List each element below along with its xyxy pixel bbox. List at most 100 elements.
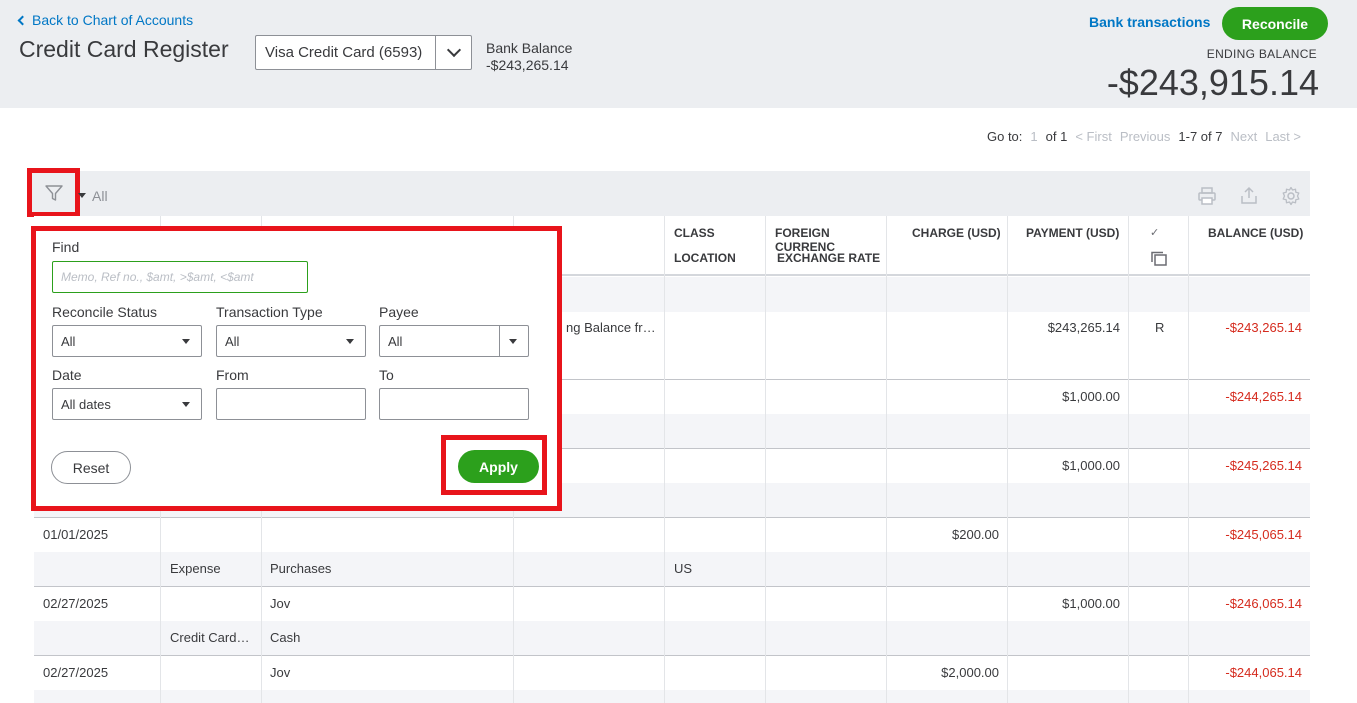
payment-cell: $1,000.00: [1062, 389, 1120, 404]
register-header: Back to Chart of Accounts Credit Card Re…: [0, 0, 1357, 108]
row-divider: [34, 517, 1310, 518]
copy-icon-svg: [1151, 251, 1167, 266]
reconcile-status-label: Reconcile Status: [52, 304, 158, 320]
chevron-down-icon: [446, 42, 461, 58]
copy-icon[interactable]: [1150, 251, 1168, 270]
check-column-label: ✓: [1150, 227, 1160, 239]
account-select-value: Visa Credit Card (6593): [265, 44, 423, 61]
payment-cell: $1,000.00: [1062, 596, 1120, 611]
filter-button[interactable]: [27, 168, 80, 217]
reset-button[interactable]: Reset: [51, 451, 131, 484]
from-date-input[interactable]: [216, 388, 366, 420]
caret-down-icon: [182, 402, 190, 407]
apply-button[interactable]: Apply: [458, 450, 539, 483]
column-divider: [1007, 216, 1008, 703]
payment-cell: $1,000.00: [1062, 458, 1120, 473]
account-cell: Purchases: [270, 561, 332, 576]
next-page-link[interactable]: Next: [1230, 129, 1257, 144]
transaction-type-label: Transaction Type: [216, 304, 323, 320]
page-title: Credit Card Register: [19, 36, 229, 62]
class-location-header[interactable]: CLASS LOCATION: [674, 216, 764, 276]
memo-cell: ng Balance fr…: [566, 320, 656, 335]
ending-balance-value: -$243,915.14: [1106, 62, 1319, 103]
date-cell: 02/27/2025: [43, 665, 109, 680]
exchange-rate-column-label: EXCHANGE RATE: [777, 251, 881, 265]
bank-balance: Bank Balance -$243,265.14: [486, 40, 572, 74]
reconcile-status-header[interactable]: ✓: [1150, 216, 1170, 276]
balance-header[interactable]: BALANCE (USD): [1208, 216, 1308, 276]
payment-header[interactable]: PAYMENT (USD): [1026, 216, 1126, 276]
account-cell: Cash: [270, 630, 301, 645]
chevron-left-icon: [17, 15, 28, 25]
gear-icon[interactable]: [1281, 186, 1301, 206]
to-label: To: [379, 367, 394, 383]
print-icon[interactable]: [1197, 186, 1217, 206]
date-label: Date: [52, 367, 82, 383]
balance-column-label: BALANCE (USD): [1208, 226, 1304, 240]
table-row[interactable]: [34, 690, 1310, 703]
location-column-label: LOCATION: [674, 251, 736, 265]
reconcile-status-select[interactable]: All: [52, 325, 202, 357]
bank-balance-label: Bank Balance: [486, 40, 573, 56]
charge-cell: $200.00: [952, 527, 999, 542]
page-count: of 1: [1045, 129, 1068, 144]
row-divider: [34, 655, 1310, 656]
filter-caret-icon[interactable]: [78, 193, 86, 198]
export-icon[interactable]: [1239, 186, 1259, 206]
previous-page-link[interactable]: Previous: [1120, 129, 1171, 144]
transaction-type-value: All: [225, 333, 240, 349]
bank-transactions-link[interactable]: Bank transactions: [1089, 14, 1210, 30]
first-page-link[interactable]: < First: [1075, 129, 1111, 144]
column-divider: [1128, 216, 1129, 703]
last-page-link[interactable]: Last >: [1265, 129, 1301, 144]
foreign-currency-column-label: FOREIGN CURRENC: [775, 226, 835, 254]
from-label: From: [216, 367, 249, 383]
reconcile-button[interactable]: Reconcile: [1222, 7, 1328, 40]
payee-cell: Jov: [270, 596, 291, 611]
column-divider: [765, 216, 766, 703]
transaction-type-select[interactable]: All: [216, 325, 366, 357]
toolbar-icons: [1197, 186, 1301, 206]
bank-balance-value: -$243,265.14: [486, 57, 569, 73]
pagination: Go to: 1 of 1 < First Previous 1-7 of 7 …: [987, 129, 1301, 144]
payment-cell: $243,265.14: [1047, 320, 1120, 335]
balance-cell: -$243,265.14: [1225, 320, 1302, 335]
location-cell: US: [674, 561, 693, 576]
type-cell: Expense: [170, 561, 221, 576]
date-cell: 02/27/2025: [43, 596, 109, 611]
filter-summary: All: [92, 188, 108, 204]
goto-label: Go to:: [986, 129, 1023, 144]
type-cell: Credit Card…: [170, 630, 250, 645]
table-row[interactable]: [34, 552, 1310, 587]
filter-icon: [44, 184, 63, 201]
currency-header[interactable]: FOREIGN CURRENC EXCHANGE RATE: [775, 216, 885, 276]
caret-down-icon: [346, 339, 354, 344]
find-input[interactable]: Memo, Ref no., $amt, >$amt, <$amt: [52, 261, 308, 293]
caret-down-icon: [182, 339, 190, 344]
payee-select[interactable]: All: [379, 325, 529, 357]
balance-cell: -$244,265.14: [1225, 389, 1302, 404]
charge-header[interactable]: CHARGE (USD): [912, 216, 1002, 276]
to-date-input[interactable]: [379, 388, 529, 420]
register-toolbar: [34, 171, 1310, 216]
charge-column-label: CHARGE (USD): [912, 226, 1001, 240]
account-select-dropdown-button[interactable]: [435, 36, 471, 69]
balance-cell: -$246,065.14: [1225, 596, 1302, 611]
back-link-label: Back to Chart of Accounts: [32, 12, 194, 28]
column-divider: [1188, 216, 1189, 703]
page-input[interactable]: 1: [1030, 129, 1037, 144]
reconcile-status-cell[interactable]: R: [1155, 320, 1164, 335]
date-value: All dates: [61, 396, 111, 412]
ending-balance-label: ENDING BALANCE: [1206, 47, 1317, 61]
back-to-chart-of-accounts-link[interactable]: Back to Chart of Accounts: [17, 12, 194, 28]
column-divider: [886, 216, 887, 703]
find-label: Find: [52, 239, 80, 255]
account-select[interactable]: Visa Credit Card (6593): [255, 35, 472, 70]
caret-down-icon: [509, 339, 517, 344]
date-select[interactable]: All dates: [52, 388, 202, 420]
balance-cell: -$245,265.14: [1225, 458, 1302, 473]
balance-cell: -$244,065.14: [1225, 665, 1302, 680]
payment-column-label: PAYMENT (USD): [1026, 226, 1120, 240]
class-column-label: CLASS: [674, 226, 715, 240]
payee-value: All: [388, 333, 403, 349]
